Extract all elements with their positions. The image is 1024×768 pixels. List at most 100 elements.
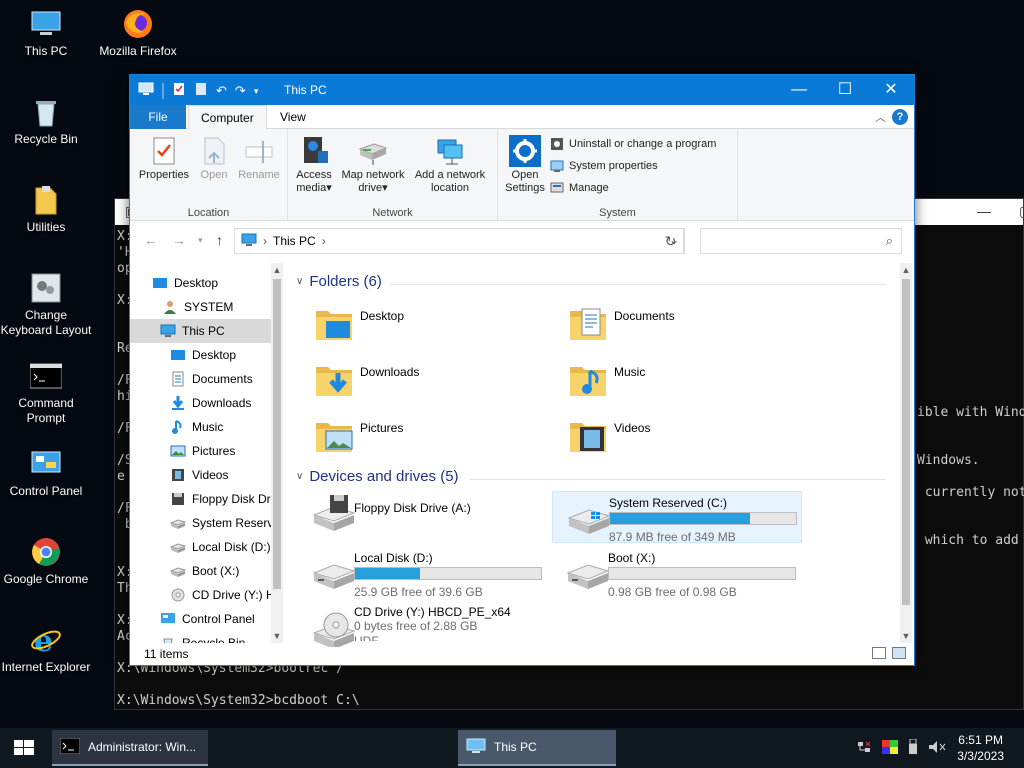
breadcrumb-this-pc[interactable]: This PC [273,234,316,248]
desktop-icon-folder[interactable]: Utilities [0,184,92,235]
minimize-icon[interactable]: — [977,203,991,219]
add-network-location-button[interactable]: Add a network location [410,135,490,195]
nav-item-pictures[interactable]: Pictures [130,439,271,463]
clock[interactable]: 6:51 PM 3/3/2023 [957,732,1004,764]
desktop-icon-command-prompt[interactable]: Command Prompt [0,360,92,426]
tab-computer[interactable]: Computer [188,105,267,130]
taskbar-command-prompt[interactable]: Administrator: Win... [52,730,208,766]
uninstall-program-button[interactable]: Uninstall or change a program [550,137,716,151]
file-explorer-window[interactable]: ↶ ↷ ▾ This PC — ☐ ✕ File Computer View ︿… [129,74,915,666]
nav-scrollbar[interactable]: ▲ ▼ [271,263,283,643]
nav-item-floppy-disk-dri[interactable]: Floppy Disk Dri [130,487,274,511]
network-location-icon [434,135,466,167]
new-folder-quick-icon[interactable] [194,82,208,100]
forward-arrow-icon[interactable]: → [172,232,186,248]
scroll-up-icon[interactable]: ▲ [900,265,912,275]
network-tray-icon[interactable] [856,740,872,757]
large-icons-view-icon[interactable] [892,647,906,659]
nav-item-recycle-bin[interactable]: Recycle Bin [130,631,271,643]
folder-downloads[interactable]: Downloads [298,353,548,405]
recent-locations-icon[interactable]: ▾ [198,235,203,246]
folder-desktop[interactable]: Desktop [298,297,548,349]
nav-item-desktop[interactable]: Desktop [130,343,271,367]
nav-item-boot-x[interactable]: Boot (X:) [130,559,271,583]
collapse-ribbon-icon[interactable]: ︿ [875,109,886,125]
drive-boot-x[interactable]: Boot (X:) 0.98 GB free of 0.98 GB [552,547,802,599]
map-network-drive-button[interactable]: Map network drive▾ [338,135,408,195]
search-input[interactable]: ⌕ [700,228,902,254]
up-arrow-icon[interactable]: ↑ [216,232,223,248]
nav-item-downloads[interactable]: Downloads [130,391,271,415]
color-display-tray-icon[interactable] [882,739,898,757]
folder-pictures[interactable]: Pictures [298,409,548,461]
usb-tray-icon[interactable] [908,738,918,758]
maximize-icon[interactable]: ▢ [1019,203,1024,220]
help-icon[interactable]: ? [892,109,908,125]
redo-icon[interactable]: ↷ [235,83,246,99]
desktop-icon-this-pc[interactable]: This PC [0,8,92,59]
nav-item-documents[interactable]: Documents [130,367,271,391]
tab-file[interactable]: File [130,105,186,129]
folders-section-header[interactable]: ∨ Folders (6) [296,273,382,290]
drive-floppy-a[interactable]: Floppy Disk Drive (A:) [298,491,548,535]
nav-item-cd-drive-y-h[interactable]: CD Drive (Y:) H [130,583,275,607]
desktop-icon-chrome[interactable]: Google Chrome [0,536,92,587]
system-group-label: System [599,207,636,219]
start-button[interactable] [0,728,48,768]
windows-logo-icon [14,740,34,755]
content-scroll-thumb[interactable] [902,279,910,605]
rename-button[interactable]: Rename [234,135,284,182]
scroll-down-icon[interactable]: ▼ [900,631,912,641]
desktop-icon-keyboard-layout[interactable]: Change Keyboard Layout [0,272,92,338]
nav-item-this-pc[interactable]: This PC [130,319,271,343]
desktop-icon-recycle-bin[interactable]: Recycle Bin [0,96,92,147]
details-view-icon[interactable] [872,647,886,659]
nav-item-control-panel[interactable]: Control Panel [130,607,271,631]
nav-scroll-thumb[interactable] [273,279,281,589]
tab-view[interactable]: View [268,105,318,129]
manage-button[interactable]: Manage [550,181,609,195]
customize-quick-access-icon[interactable]: ▾ [254,83,259,99]
desktop-icon-firefox[interactable]: Mozilla Firefox [92,8,184,59]
nav-item-system-reserve[interactable]: System Reserve [130,511,280,535]
taskbar-this-pc[interactable]: This PC [458,730,616,766]
undo-icon[interactable]: ↶ [216,83,227,99]
documents-icon [170,371,186,387]
scroll-up-icon[interactable]: ▲ [271,265,283,275]
address-bar-row: ← → ▾ ↑ › This PC › ⌄ ↻ ⌕ [130,221,914,261]
folder-music[interactable]: Music [552,353,802,405]
nav-item-desktop[interactable]: Desktop [130,271,271,295]
refresh-icon[interactable]: ↻ [657,228,685,254]
close-button[interactable]: ✕ [868,75,914,105]
nav-item-label: Floppy Disk Dri [192,492,274,506]
access-media-button[interactable]: Access media▾ [294,135,334,195]
folder-documents[interactable]: Documents [552,297,802,349]
minimize-button[interactable]: — [776,75,822,105]
nav-item-local-disk-d[interactable]: Local Disk (D:) [130,535,271,559]
desktop-icon-internet-explorer[interactable]: e Internet Explorer [0,624,92,675]
scroll-down-icon[interactable]: ▼ [271,631,283,641]
desktop-icon-control-panel[interactable]: Control Panel [0,448,92,499]
nav-item-music[interactable]: Music [130,415,271,439]
drive-cd-y[interactable]: CD Drive (Y:) HBCD_PE_x64 0 bytes free of… [298,601,548,649]
maximize-button[interactable]: ☐ [822,75,868,105]
properties-quick-icon[interactable] [172,82,186,100]
drive-system-reserved-c[interactable]: System Reserved (C:) 87.9 MB free of 349 … [552,491,802,544]
nav-item-system[interactable]: SYSTEM [130,295,271,319]
system-properties-button[interactable]: System properties [550,159,658,173]
explorer-titlebar[interactable]: ↶ ↷ ▾ This PC — ☐ ✕ [130,75,914,105]
folder-videos[interactable]: Videos [552,409,802,461]
address-field[interactable]: › This PC › ⌄ [234,228,684,254]
properties-button[interactable]: Properties [136,135,192,182]
rename-icon [243,135,275,167]
nav-item-label: Recycle Bin [182,636,246,643]
nav-item-videos[interactable]: Videos [130,463,271,487]
svg-text:e: e [34,624,53,656]
back-arrow-icon[interactable]: ← [144,232,158,248]
open-settings-button[interactable]: Open Settings [504,135,546,195]
drive-local-disk-d[interactable]: Local Disk (D:) 25.9 GB free of 39.6 GB [298,547,548,599]
content-scrollbar[interactable]: ▲ ▼ [900,263,912,643]
open-button[interactable]: Open [192,135,236,182]
speaker-muted-icon[interactable] [928,740,946,757]
drives-section-header[interactable]: ∨ Devices and drives (5) [296,468,459,485]
